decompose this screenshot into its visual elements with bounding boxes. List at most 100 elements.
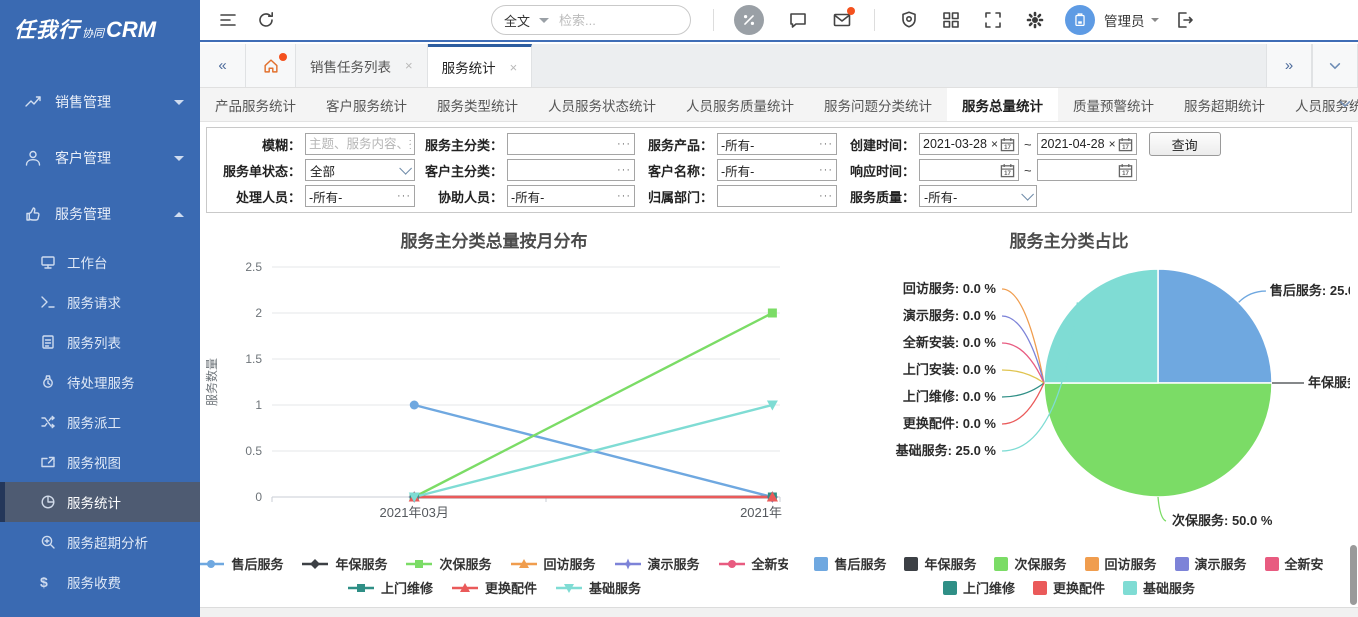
sidebar-item-工作台[interactable]: 工作台 xyxy=(0,242,200,282)
legend-item-全新安[interactable]: 全新安 xyxy=(1265,554,1324,573)
lookup-input[interactable]: -所有-··· xyxy=(717,133,837,155)
tab-服务统计[interactable]: 服务统计× xyxy=(428,44,533,87)
refresh-icon[interactable] xyxy=(256,10,276,30)
legend-item-全新安[interactable]: 全新安 xyxy=(718,554,788,573)
select-服务单状态[interactable]: 全部 xyxy=(305,159,415,181)
lookup-dots-icon[interactable]: ··· xyxy=(394,190,411,202)
lookup-input[interactable]: -所有-··· xyxy=(717,159,837,181)
lookup-input[interactable]: -所有-··· xyxy=(305,185,415,207)
tabs-scroll-right-button[interactable]: » xyxy=(1266,44,1312,87)
sidebar-item-服务派工[interactable]: 服务派工 xyxy=(0,402,200,442)
clear-date-icon[interactable]: × xyxy=(1109,137,1116,151)
legend-item-回访服务[interactable]: 回访服务 xyxy=(510,554,596,573)
menu-fold-icon[interactable] xyxy=(218,10,238,30)
subtab-人员服务质量统计[interactable]: 人员服务质量统计 xyxy=(671,88,809,121)
subtab-服务超期统计[interactable]: 服务超期统计 xyxy=(1169,88,1280,121)
date-from-input[interactable]: 17 xyxy=(919,159,1019,181)
subtab-服务类型统计[interactable]: 服务类型统计 xyxy=(422,88,533,121)
query-button[interactable]: 查询 xyxy=(1149,132,1221,156)
lookup-input[interactable]: ··· xyxy=(717,185,837,207)
legend-item-上门维修[interactable]: 上门维修 xyxy=(943,578,1015,597)
legend-item-次保服务[interactable]: 次保服务 xyxy=(405,554,491,573)
sidebar-item-服务列表[interactable]: 服务列表 xyxy=(0,322,200,362)
sidebar-item-待处理服务[interactable]: 待处理服务 xyxy=(0,362,200,402)
calendar-icon[interactable]: 17 xyxy=(1000,163,1015,178)
legend-item-基础服务[interactable]: 基础服务 xyxy=(1123,578,1195,597)
legend-item-售后服务[interactable]: 售后服务 xyxy=(200,554,283,573)
clear-date-icon[interactable]: × xyxy=(991,137,998,151)
lookup-dots-icon[interactable]: ··· xyxy=(816,190,833,202)
sidebar-item-服务请求[interactable]: 服务请求 xyxy=(0,282,200,322)
legend-item-次保服务[interactable]: 次保服务 xyxy=(994,554,1066,573)
home-tab-button[interactable] xyxy=(246,44,296,87)
lookup-dots-icon[interactable]: ··· xyxy=(614,190,631,202)
sidebar-item-服务统计[interactable]: 服务统计 xyxy=(0,482,200,522)
legend-item-年保服务[interactable]: 年保服务 xyxy=(904,554,976,573)
line-chart[interactable]: 00.511.522.5服务数量2021年03月2021年 xyxy=(200,255,788,525)
subtab-客户服务统计[interactable]: 客户服务统计 xyxy=(311,88,422,121)
calendar-icon[interactable]: 17 xyxy=(1118,163,1133,178)
lookup-dots-icon[interactable]: ··· xyxy=(816,164,833,176)
pie-chart[interactable]: 回访服务: 0.0 %演示服务: 0.0 %全新安装: 0.0 %上门安装: 0… xyxy=(788,255,1350,545)
fuzzy-search-input[interactable] xyxy=(309,137,411,151)
avatar-badge-icon[interactable] xyxy=(1065,5,1095,35)
phone-disabled-icon[interactable] xyxy=(734,5,764,35)
tabs-scroll-left-button[interactable]: « xyxy=(200,44,246,87)
sidebar-item-服务管理[interactable]: 服务管理 xyxy=(0,186,200,242)
page-tab-bar: « 销售任务列表×服务统计× » xyxy=(200,44,1358,88)
select-服务质量[interactable]: -所有- xyxy=(919,185,1037,207)
vertical-scrollbar-thumb[interactable] xyxy=(1350,545,1357,605)
tabs-list-button[interactable] xyxy=(1312,44,1358,87)
legend-item-售后服务[interactable]: 售后服务 xyxy=(814,554,886,573)
logout-icon[interactable] xyxy=(1175,10,1195,30)
shield-icon[interactable] xyxy=(899,10,919,30)
mail-icon[interactable] xyxy=(832,10,852,30)
search-scope-label[interactable]: 全文 xyxy=(504,11,530,30)
sidebar-item-服务超期分析[interactable]: 服务超期分析 xyxy=(0,522,200,562)
sidebar-item-销售管理[interactable]: 销售管理 xyxy=(0,74,200,130)
date-from-input[interactable]: 2021-03-28×17 xyxy=(919,133,1019,155)
lookup-input[interactable]: ··· xyxy=(507,159,635,181)
apps-grid-icon[interactable] xyxy=(941,10,961,30)
tab-销售任务列表[interactable]: 销售任务列表× xyxy=(296,44,428,87)
legend-item-更换配件[interactable]: 更换配件 xyxy=(1033,578,1105,597)
subtabs-more-chevron-icon[interactable] xyxy=(1338,97,1352,111)
search-input[interactable] xyxy=(559,13,659,28)
fullscreen-icon[interactable] xyxy=(983,10,1003,30)
lookup-dots-icon[interactable]: ··· xyxy=(816,138,833,150)
search-scope-caret-icon[interactable] xyxy=(539,18,549,23)
legend-label: 售后服务 xyxy=(834,554,886,573)
sidebar-item-服务视图[interactable]: 服务视图 xyxy=(0,442,200,482)
lookup-input[interactable]: -所有-··· xyxy=(507,185,635,207)
sidebar-item-服务收费[interactable]: $服务收费 xyxy=(0,562,200,602)
horizontal-scrollbar-track[interactable] xyxy=(200,607,1358,617)
lookup-input[interactable]: ··· xyxy=(507,133,635,155)
date-to-input[interactable]: 17 xyxy=(1037,159,1137,181)
sidebar-item-客户管理[interactable]: 客户管理 xyxy=(0,130,200,186)
calendar-icon[interactable]: 17 xyxy=(1000,137,1015,152)
subtab-质量预警统计[interactable]: 质量预警统计 xyxy=(1058,88,1169,121)
user-menu-caret-icon[interactable] xyxy=(1151,18,1159,22)
legend-item-基础服务[interactable]: 基础服务 xyxy=(555,578,641,597)
legend-item-演示服务[interactable]: 演示服务 xyxy=(614,554,700,573)
calendar-icon[interactable]: 17 xyxy=(1118,137,1133,152)
gear-icon[interactable] xyxy=(1025,10,1045,30)
subtab-产品服务统计[interactable]: 产品服务统计 xyxy=(200,88,311,121)
user-name[interactable]: 管理员 xyxy=(1104,10,1145,30)
close-icon[interactable]: × xyxy=(510,60,518,75)
chat-icon[interactable] xyxy=(788,10,808,30)
subtab-服务总量统计[interactable]: 服务总量统计 xyxy=(947,88,1058,121)
subtab-人员服务状态统计[interactable]: 人员服务状态统计 xyxy=(533,88,671,121)
subtab-服务问题分类统计[interactable]: 服务问题分类统计 xyxy=(809,88,947,121)
lookup-dots-icon[interactable]: ··· xyxy=(614,164,631,176)
legend-label: 更换配件 xyxy=(485,578,537,597)
legend-item-上门维修[interactable]: 上门维修 xyxy=(347,578,433,597)
legend-item-回访服务[interactable]: 回访服务 xyxy=(1085,554,1157,573)
date-to-input[interactable]: 2021-04-28×17 xyxy=(1037,133,1137,155)
lookup-dots-icon[interactable]: ··· xyxy=(614,138,631,150)
legend-item-演示服务[interactable]: 演示服务 xyxy=(1175,554,1247,573)
close-icon[interactable]: × xyxy=(405,58,413,73)
filter-row: 处理人员：-所有-···协助人员：-所有-···归属部门：···服务质量：-所有… xyxy=(209,183,1349,209)
legend-item-更换配件[interactable]: 更换配件 xyxy=(451,578,537,597)
legend-item-年保服务[interactable]: 年保服务 xyxy=(301,554,387,573)
